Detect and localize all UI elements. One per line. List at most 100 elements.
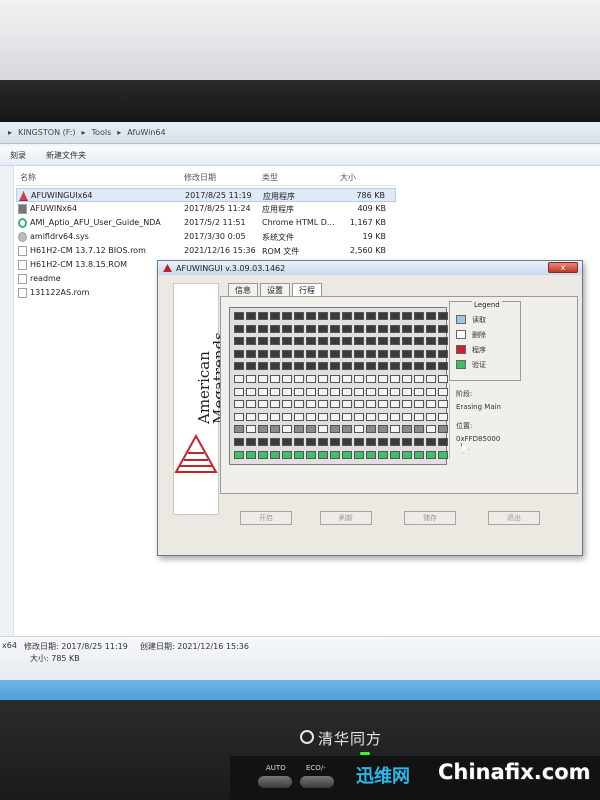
file-row[interactable]: AFUWINx64 2017/8/25 11:24 应用程序 409 KB <box>16 202 396 216</box>
start-button[interactable]: 开启 <box>240 511 292 525</box>
flash-block-cell <box>390 312 400 320</box>
flash-block-cell <box>234 375 244 383</box>
flash-block-cell <box>378 425 388 434</box>
flash-block-cell <box>294 337 304 346</box>
legend-swatch-program <box>456 345 466 354</box>
flash-block-cell <box>318 450 328 459</box>
flash-block-cell <box>318 438 328 446</box>
file-row[interactable]: H61H2-CM 13.7.12 BIOS.rom 2021/12/16 15:3… <box>16 244 396 258</box>
column-type[interactable]: 类型 <box>262 172 278 183</box>
flash-block-cell <box>354 412 364 421</box>
flash-block-cell <box>282 349 292 358</box>
flash-block-cell <box>354 375 364 383</box>
flash-block-cell <box>390 387 400 396</box>
flash-block-cell <box>402 375 412 383</box>
flash-block-cell <box>438 412 448 421</box>
flash-block-cell <box>366 438 376 446</box>
breadcrumb-drive[interactable]: KINGSTON (F:) <box>18 128 76 137</box>
flash-block-cell <box>294 387 304 396</box>
flash-block-cell <box>426 387 436 396</box>
flash-block-cell <box>366 349 376 358</box>
flash-block-cell <box>294 362 304 371</box>
details-pane: x64 修改日期: 2017/8/25 11:19 创建日期: 2021/12/… <box>0 636 600 680</box>
flash-block-cell <box>270 337 280 346</box>
file-date: 2017/8/25 11:19 <box>185 191 252 200</box>
flash-block-cell <box>414 450 424 459</box>
file-size: 786 KB <box>356 191 385 200</box>
navigation-pane[interactable] <box>0 166 14 636</box>
flash-block-cell <box>270 362 280 371</box>
flash-block-cell <box>318 349 328 358</box>
flash-block-cell <box>246 375 256 383</box>
file-date: 2017/8/25 11:24 <box>184 204 251 213</box>
flash-block-cell <box>354 337 364 346</box>
close-button[interactable]: x <box>548 262 578 273</box>
flash-block-cell <box>402 337 412 346</box>
burn-button[interactable]: 刻录 <box>10 150 26 161</box>
flash-block-cell <box>402 400 412 409</box>
auto-button[interactable] <box>258 776 292 788</box>
flash-block-cell <box>414 387 424 396</box>
breadcrumb-folder[interactable]: AfuWin64 <box>127 128 165 137</box>
dialog-titlebar[interactable]: AFUWINGUI v.3.09.03.1462 x <box>158 261 582 275</box>
flash-block-cell <box>378 312 388 320</box>
column-name[interactable]: 名称 <box>20 172 36 183</box>
flash-block-cell <box>318 400 328 409</box>
stage-value: Erasing Main <box>456 403 501 411</box>
flash-block-cell <box>318 375 328 383</box>
file-row[interactable]: amifldrv64.sys 2017/3/30 0:05 系统文件 19 KB <box>16 230 396 244</box>
legend-label-read: 读取 <box>472 316 486 324</box>
afuwingui-dialog: AFUWINGUI v.3.09.03.1462 x American Mega… <box>157 260 583 556</box>
flash-block-cell <box>258 450 268 459</box>
eco-button[interactable] <box>300 776 334 788</box>
status-size: 大小: 785 KB <box>30 654 80 663</box>
flash-block-cell <box>342 450 352 459</box>
breadcrumb-arrow-icon: ▸ <box>8 128 13 137</box>
flash-block-cell <box>282 375 292 383</box>
exit-button[interactable]: 退出 <box>488 511 540 525</box>
column-size[interactable]: 大小 <box>340 172 356 183</box>
auto-label: AUTO <box>266 764 286 772</box>
flash-block-cell <box>414 412 424 421</box>
flash-block-cell <box>402 412 412 421</box>
breadcrumb-tools[interactable]: Tools <box>92 128 112 137</box>
flash-block-cell <box>306 375 316 383</box>
tab-progress[interactable]: 行程 <box>292 283 322 297</box>
save-button[interactable]: 储存 <box>404 511 456 525</box>
flash-block-cell <box>366 337 376 346</box>
flash-block-cell <box>426 324 436 333</box>
file-date: 2017/3/30 0:05 <box>184 232 246 241</box>
flash-block-cell <box>318 337 328 346</box>
flash-block-cell <box>258 324 268 333</box>
flash-block-cell <box>342 324 352 333</box>
flash-block-cell <box>402 425 412 434</box>
address-bar[interactable]: ▸ KINGSTON (F:) ▸ Tools ▸ AfuWin64 <box>0 122 600 144</box>
flash-block-cell <box>330 337 340 346</box>
file-name: AMI_Aptio_AFU_User_Guide_NDA <box>30 218 161 227</box>
flash-block-cell <box>342 312 352 320</box>
flash-block-cell <box>246 412 256 421</box>
flash-block-cell <box>318 324 328 333</box>
flash-block-cell <box>330 387 340 396</box>
flash-block-cell <box>342 337 352 346</box>
refresh-button[interactable]: 刷新 <box>320 511 372 525</box>
tab-info[interactable]: 信息 <box>228 283 258 297</box>
flash-block-cell <box>390 337 400 346</box>
eco-label: ECO/- <box>306 764 326 772</box>
app-icon <box>18 204 27 214</box>
flash-block-cell <box>294 412 304 421</box>
column-date[interactable]: 修改日期 <box>184 172 216 183</box>
new-folder-button[interactable]: 新建文件夹 <box>46 150 86 161</box>
file-row[interactable]: AMI_Aptio_AFU_User_Guide_NDA 2017/5/2 11:… <box>16 216 396 230</box>
flash-block-cell <box>414 375 424 383</box>
taskbar[interactable] <box>0 680 600 700</box>
flash-block-cell <box>282 312 292 320</box>
file-row[interactable]: AFUWINGUIx64 2017/8/25 11:19 应用程序 786 KB <box>16 188 396 202</box>
tab-settings[interactable]: 设置 <box>260 283 290 297</box>
flash-block-cell <box>270 400 280 409</box>
flash-block-cell <box>366 412 376 421</box>
tongfang-logo-icon <box>300 730 314 744</box>
flash-block-cell <box>366 362 376 371</box>
flash-block-cell <box>354 362 364 371</box>
flash-block-cell <box>318 312 328 320</box>
